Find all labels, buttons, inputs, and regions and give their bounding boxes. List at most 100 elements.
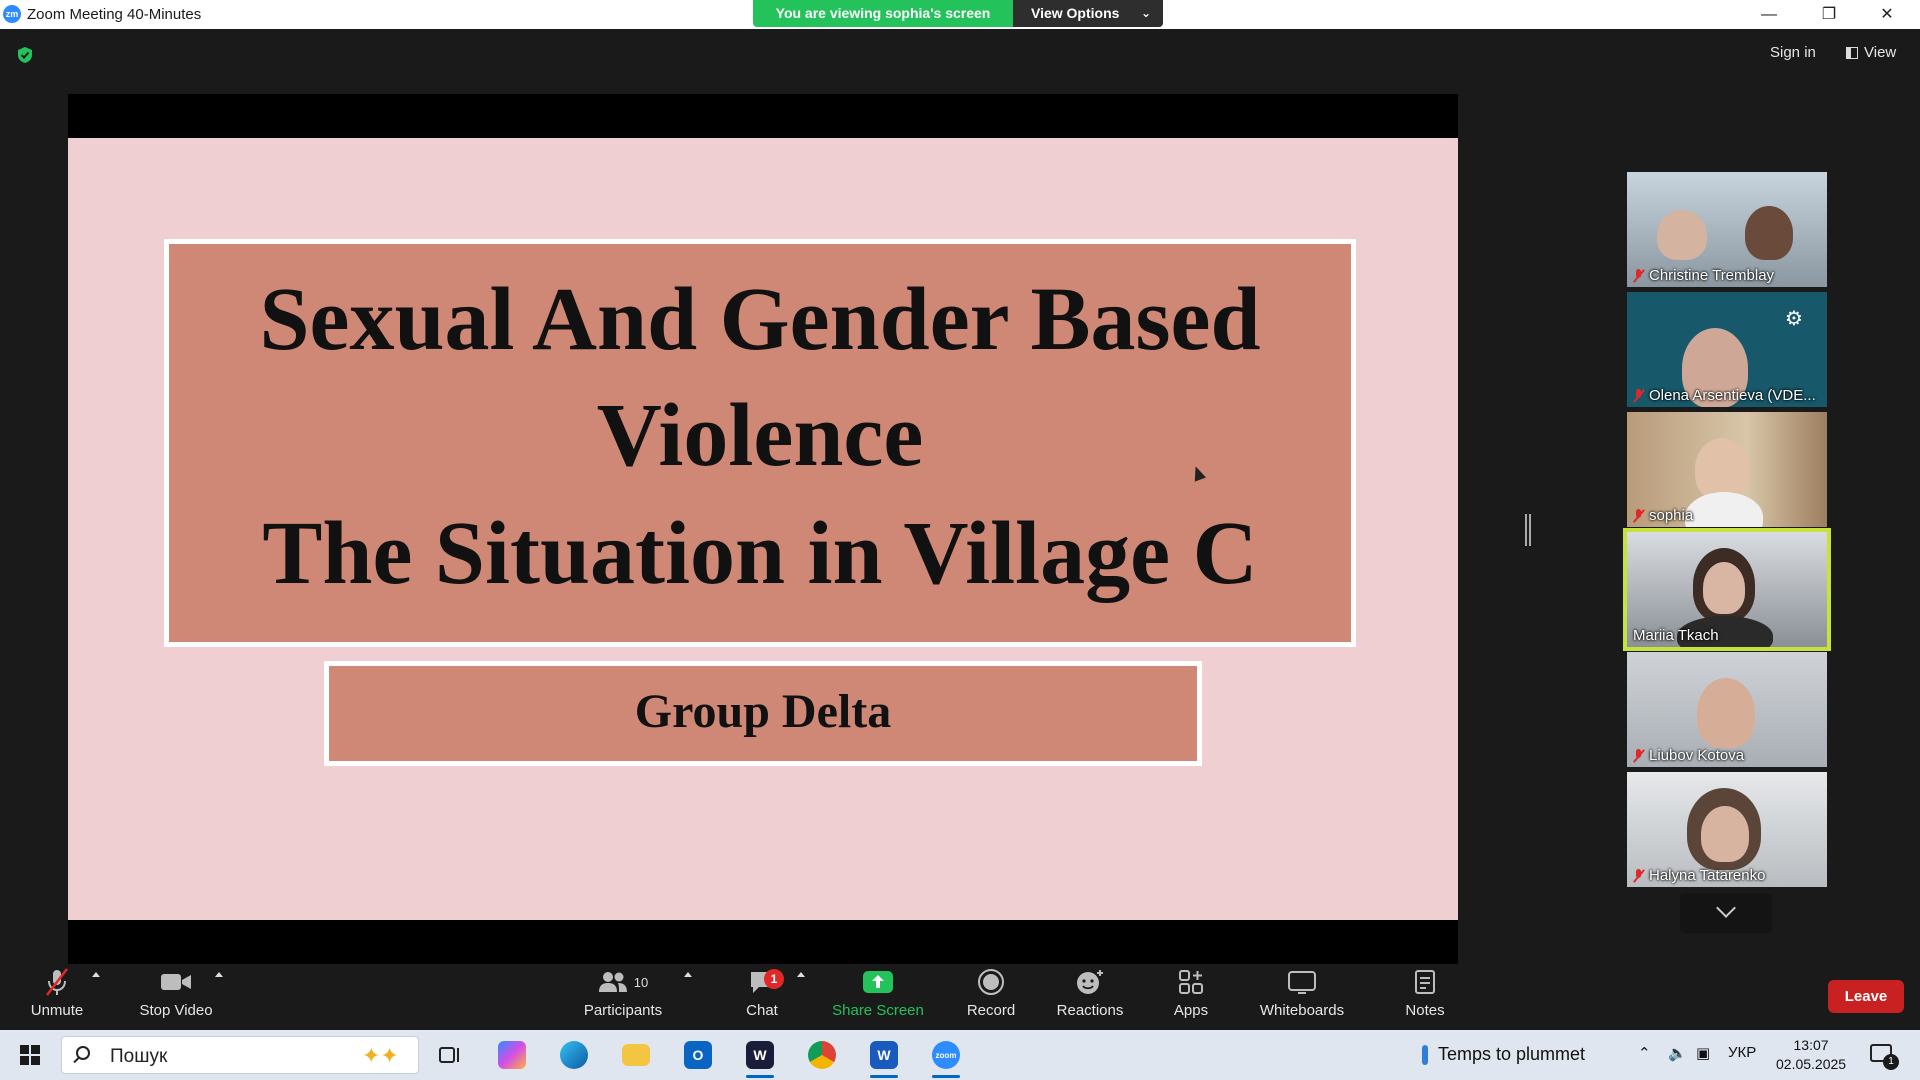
share-banner: You are viewing sophia's screen View Opt… [753,0,1163,27]
video-options-caret-icon[interactable] [215,972,223,977]
outlook-app-button[interactable]: O [678,1038,718,1072]
windows-start-icon[interactable] [20,1045,40,1065]
webex-app-button[interactable]: W [740,1038,780,1078]
webex-icon: W [746,1041,774,1069]
search-icon [76,1046,90,1060]
sign-in-button[interactable]: Sign in [1770,44,1816,61]
clock-time: 13:07 [1793,1037,1829,1053]
panel-resize-handle[interactable] [1525,514,1531,546]
participant-tile[interactable]: sophia [1627,412,1827,527]
video-feed [1701,806,1749,862]
slide-title-line-2: Violence [596,386,924,485]
view-label: View [1864,44,1897,61]
view-button[interactable]: View [1846,44,1896,61]
notes-button[interactable]: Notes [1398,964,1452,1030]
video-feed [1685,492,1763,527]
file-explorer-button[interactable] [616,1038,656,1072]
whiteboard-icon [1288,971,1316,994]
participant-tile-active-speaker[interactable]: Mariia Tkach [1623,528,1831,651]
stop-video-button[interactable]: Stop Video [134,964,218,1030]
slide-subtitle: Group Delta [324,661,1202,766]
share-screen-label: Share Screen [832,1002,924,1019]
task-view-button[interactable] [430,1038,470,1072]
participant-tile[interactable]: Christine Tremblay [1627,172,1827,287]
video-feed [1745,206,1793,260]
security-shield-icon[interactable] [16,46,34,64]
notes-label: Notes [1405,1002,1445,1019]
minimize-button[interactable]: — [1746,0,1792,29]
view-options-label: View Options [1031,5,1120,21]
chrome-app-button[interactable] [802,1038,842,1072]
participants-icon [598,972,627,992]
unmute-button[interactable]: Unmute [24,964,90,1030]
record-icon [978,969,1004,995]
participant-name: Christine Tremblay [1649,267,1775,284]
apps-label: Apps [1173,1002,1209,1019]
zoom-icon: zoom [932,1041,960,1069]
view-layout-icon [1846,46,1858,59]
participant-tile[interactable]: Halyna Tatarenko [1627,772,1827,887]
tray-overflow-icon[interactable]: ⌃ [1638,1044,1651,1062]
reactions-button[interactable]: Reactions [1052,964,1128,1030]
window-title: Zoom Meeting 40-Minutes [27,6,202,23]
clock-date: 02.05.2025 [1776,1056,1847,1072]
restore-button[interactable]: ❐ [1806,0,1852,29]
participant-tile[interactable]: ⚙ Olena Arsentieva (VDE... [1627,292,1827,407]
folder-icon [622,1044,650,1066]
speaker-icon[interactable]: 🔈 [1668,1044,1687,1062]
notification-count-badge: 1 [1883,1054,1899,1070]
participants-button[interactable]: 10 Participants [580,964,666,1030]
chat-label: Chat [746,1002,778,1019]
whiteboards-label: Whiteboards [1259,1002,1345,1019]
unmute-label: Unmute [30,1002,84,1019]
apps-grid-icon [1179,970,1203,994]
task-view-icon [439,1047,459,1063]
taskbar-search-input[interactable]: Пошук ✦✦ [61,1036,419,1074]
search-placeholder: Пошук [110,1046,168,1067]
participant-name: Halyna Tatarenko [1649,867,1766,884]
video-feed [1657,210,1707,260]
chevron-down-icon: ⌄ [1140,6,1151,20]
slide-title-line-1: Sexual And Gender Based [259,270,1261,369]
word-app-button[interactable]: W [864,1038,904,1078]
stop-video-label: Stop Video [139,1002,213,1019]
viewing-screen-status: You are viewing sophia's screen [753,0,1013,27]
gallery-scroll-down-button[interactable] [1680,893,1772,933]
system-clock[interactable]: 13:07 02.05.2025 [1776,1036,1846,1074]
copilot-app-button[interactable] [492,1038,532,1072]
video-feed [1703,562,1745,614]
chat-unread-badge: 1 [764,969,784,989]
mic-muted-icon [1633,268,1645,283]
word-icon: W [870,1041,898,1069]
slide-title-box: Sexual And Gender Based Violence The Sit… [164,239,1356,647]
record-button[interactable]: Record [958,964,1024,1030]
weather-widget[interactable]: Temps to plummet [1422,1044,1585,1065]
thermometer-icon [1422,1044,1428,1065]
leave-button[interactable]: Leave [1828,980,1904,1013]
audio-options-caret-icon[interactable] [92,972,100,977]
share-screen-icon [863,971,893,993]
close-button[interactable]: ✕ [1864,0,1910,29]
notes-icon [1415,970,1435,994]
record-label: Record [966,1002,1016,1019]
participant-tile[interactable]: Liubov Kotova [1627,652,1827,767]
view-options-button[interactable]: View Options ⌄ [1013,0,1163,27]
mic-muted-icon [1633,508,1645,523]
whiteboards-button[interactable]: Whiteboards [1252,964,1352,1030]
participant-name: sophia [1649,507,1694,524]
shared-screen[interactable]: Sexual And Gender Based Violence The Sit… [68,94,1458,964]
chat-options-caret-icon[interactable] [797,972,805,977]
zoom-logo-icon: zm [3,5,21,23]
participants-label: Participants [583,1002,663,1019]
participants-options-caret-icon[interactable] [684,972,692,977]
input-language[interactable]: УКР [1728,1044,1756,1061]
edge-browser-icon [560,1041,588,1069]
battery-icon[interactable]: ▣ [1696,1044,1710,1062]
share-screen-button[interactable]: Share Screen [830,964,926,1030]
apps-button[interactable]: Apps [1160,964,1222,1030]
video-feed [1697,678,1755,748]
participant-name: Olena Arsentieva (VDE... [1649,387,1816,404]
reactions-smiley-icon [1077,970,1103,994]
zoom-app-button[interactable]: zoom [926,1038,966,1078]
edge-app-button[interactable] [554,1038,594,1072]
